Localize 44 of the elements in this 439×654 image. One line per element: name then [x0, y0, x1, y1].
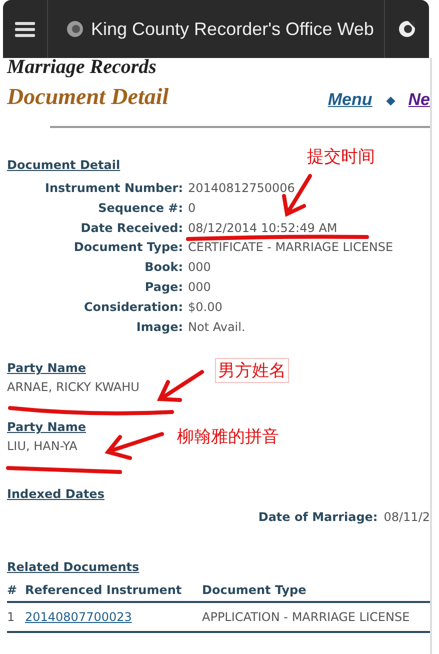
nav-link[interactable]: Ne [408, 90, 430, 110]
field-value: Not Avail. [188, 318, 246, 336]
annotation-arrow [104, 432, 164, 460]
column-header: # [7, 583, 18, 598]
column-header: Referenced Instrument [25, 583, 183, 598]
field-value: $0.00 [188, 298, 224, 316]
annotation-arrow [156, 370, 204, 402]
page-subheading: Document Detail [7, 84, 169, 110]
party-name: ARNAE, RICKY KWAHU [7, 380, 140, 394]
field-value: 08/11/2 [384, 510, 430, 524]
field-value: 000 [188, 278, 212, 296]
field-label: Consideration: [82, 298, 183, 316]
field-value: 0 [188, 200, 197, 217]
field-value: 08/12/2014 10:52:49 AM [188, 220, 338, 236]
section-title: Party Name [7, 420, 86, 434]
section-title: Document Detail [7, 158, 120, 172]
menu-icon[interactable] [15, 21, 35, 37]
reload-icon[interactable] [397, 19, 417, 39]
field-value: 20140812750006 [188, 180, 296, 197]
nav-link[interactable]: Menu [328, 90, 372, 110]
annotation-text: 提交时间 [307, 145, 375, 168]
instrument-link[interactable]: 20140807700023 [25, 610, 132, 624]
party-name: LIU, HAN-YA [7, 439, 78, 454]
section-title: Indexed Dates [7, 487, 104, 502]
field-label: Date Received: [80, 220, 183, 236]
field-value: CERTIFICATE - MARRIAGE LICENSE [188, 239, 394, 256]
table-cell-text: APPLICATION - MARRIAGE LICENSE [202, 610, 411, 624]
table-cell-text: 1 [7, 610, 16, 624]
page-heading: Marriage Records [7, 58, 158, 76]
section-title: Related Documents [7, 560, 140, 574]
separator-icon: ◆ [386, 94, 394, 106]
annotation-text: 男方姓名 [215, 358, 289, 383]
field-label: Date of Marriage: [258, 510, 378, 524]
column-header: Document Type [202, 583, 308, 598]
field-label: Page: [144, 278, 183, 296]
field-label: Image: [135, 318, 183, 336]
field-label: Instrument Number: [44, 180, 183, 197]
field-value: 000 [188, 259, 212, 276]
globe-icon [66, 20, 84, 38]
field-label: Sequence #: [97, 200, 183, 217]
field-label: Book: [144, 259, 183, 276]
field-label: Document Type: [72, 239, 183, 256]
page-title: King County Recorder's Office Web [91, 18, 374, 40]
section-title: Party Name [7, 361, 86, 376]
